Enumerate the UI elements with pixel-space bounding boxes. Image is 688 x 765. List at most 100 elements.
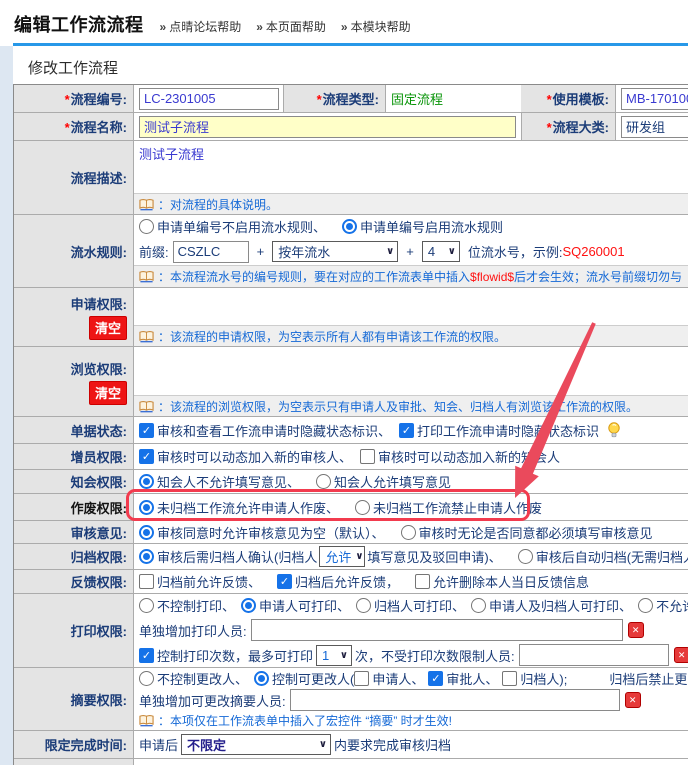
doc-status-content: 审核和查看工作流申请时隐藏状态标识、 打印工作流申请时隐藏状态标识 xyxy=(134,417,688,443)
archive-allow-select[interactable]: 允许∨ xyxy=(319,546,365,567)
print-uncontrolled-radio[interactable] xyxy=(139,598,154,613)
feedback-before-checkbox[interactable] xyxy=(139,574,154,589)
print-extra-input[interactable] xyxy=(251,619,623,641)
print-permission-content: 不控制打印、 申请人可打印、 归档人可打印、 申请人及归档人可打印、 不允许打印… xyxy=(134,594,688,667)
notify-no-comment-radio[interactable] xyxy=(139,474,154,489)
comment-required-radio[interactable] xyxy=(401,525,416,540)
print-times-select[interactable]: 1∨ xyxy=(316,645,352,666)
summary-extra-input[interactable] xyxy=(290,689,620,711)
void-allow-radio[interactable] xyxy=(139,500,154,515)
bulb-icon[interactable] xyxy=(607,422,621,438)
print-forbid-radio[interactable] xyxy=(638,598,653,613)
flow-number-input[interactable] xyxy=(139,88,279,110)
summary-uncontrolled-radio[interactable] xyxy=(139,671,154,686)
row-review-comment: 审核意见: 审核同意时允许审核意见为空（默认）、 审核时无论是否同意都必须填写审… xyxy=(14,521,688,544)
flow-name-input[interactable] xyxy=(139,116,516,138)
summary-uncontrolled-label: 不控制更改人、 xyxy=(157,669,248,688)
add-notify-checkbox[interactable] xyxy=(360,449,375,464)
archive-auto-label: 审核后自动归档(无需归档人确认) xyxy=(536,547,688,566)
add-reviewer-checkbox[interactable] xyxy=(139,449,154,464)
prefix-input[interactable] xyxy=(173,241,249,263)
summary-applicant-checkbox[interactable] xyxy=(354,671,369,686)
row-summary-permission: 摘要权限: 不控制更改人、 控制可更改人( 申请人、 审批人、 归档人); 归档… xyxy=(14,668,688,731)
breadcrumb-forum-help[interactable]: » 点晴论坛帮助 xyxy=(160,18,242,35)
archive-confirm-radio[interactable] xyxy=(139,549,154,564)
summary-controlled-radio[interactable] xyxy=(254,671,269,686)
hide-status-review-checkbox[interactable] xyxy=(139,423,154,438)
archive-confirm-label-post: 填写意见及驳回申请)、 xyxy=(367,547,501,566)
breadcrumb-module-help[interactable]: » 本模块帮助 xyxy=(341,18,411,35)
summary-applicant-label: 申请人、 xyxy=(372,669,424,688)
print-both-radio[interactable] xyxy=(471,598,486,613)
breadcrumb-sep-icon: » xyxy=(341,20,348,34)
print-exempt-input[interactable] xyxy=(519,644,669,666)
serial-enabled-radio[interactable] xyxy=(342,219,357,234)
print-applicant-radio[interactable] xyxy=(241,598,256,613)
add-reviewer-label: 审核时可以动态加入新的审核人、 xyxy=(157,447,352,466)
apply-permission-list[interactable] xyxy=(134,288,688,325)
section-title: 修改工作流程 xyxy=(28,57,118,78)
notify-permission-label: 知会权限: xyxy=(14,470,134,493)
delete-icon[interactable]: ✕ xyxy=(628,622,644,638)
clear-view-button[interactable]: 清空 xyxy=(89,381,127,405)
print-applicant-label: 申请人可打印、 xyxy=(259,596,350,615)
prefix-label: 前缀: xyxy=(139,242,169,261)
breadcrumb-page-help[interactable]: » 本页面帮助 xyxy=(256,18,326,35)
add-notify-label: 审核时可以动态加入新的知会人 xyxy=(378,447,560,466)
comment-optional-label: 审核同意时允许审核意见为空（默认）、 xyxy=(157,523,385,542)
chevron-down-icon: ∨ xyxy=(319,739,327,750)
feedback-delete-checkbox[interactable] xyxy=(415,574,430,589)
time-limit-label: 限定完成时间: xyxy=(14,731,134,758)
category-input[interactable] xyxy=(621,116,688,138)
clear-apply-button[interactable]: 清空 xyxy=(89,316,127,340)
serial-disabled-label: 申请单编号不启用流水规则、 xyxy=(157,217,326,236)
summary-permission-content: 不控制更改人、 控制可更改人( 申请人、 审批人、 归档人); 归档后禁止更改 … xyxy=(134,668,688,730)
comment-optional-radio[interactable] xyxy=(139,525,154,540)
delete-icon[interactable]: ✕ xyxy=(674,647,688,663)
serial-rule-config: 前缀: + 按年流水∨ + 4∨ 位流水号，示例: SQ260001 xyxy=(134,239,688,266)
description-textarea[interactable]: 测试子流程 xyxy=(134,141,688,193)
serial-example: SQ260001 xyxy=(562,244,624,259)
print-count-checkbox[interactable] xyxy=(139,648,154,663)
print-times-after-label: 次，不受打印次数限制人员: xyxy=(355,646,515,665)
print-archiver-radio[interactable] xyxy=(356,598,371,613)
period-select[interactable]: 按年流水∨ xyxy=(272,241,398,262)
void-forbid-label: 未归档工作流禁止申请人作废 xyxy=(373,498,542,517)
row-partial xyxy=(14,759,688,765)
feedback-after-label: 归档后允许反馈， xyxy=(295,572,399,591)
serial-disabled-radio[interactable] xyxy=(139,219,154,234)
archive-options: 审核后需归档人确认(归档人 允许∨ 填写意见及驳回申请)、 审核后自动归档(无需… xyxy=(134,544,688,569)
delete-icon[interactable]: ✕ xyxy=(625,692,641,708)
time-limit-pre-label: 申请后 xyxy=(139,735,178,754)
summary-approver-label: 审批人、 xyxy=(446,669,498,688)
summary-options: 不控制更改人、 控制可更改人( 申请人、 审批人、 归档人); 归档后禁止更改 xyxy=(134,668,688,689)
view-permission-content: ：该流程的浏览权限，为空表示只有申请人及审批、知会、归档人有浏览该工作流的权限。 xyxy=(134,347,688,416)
time-limit-select[interactable]: 不限定∨ xyxy=(181,734,331,755)
summary-controlled-label: 控制可更改人( xyxy=(272,669,354,688)
archive-permission-label: 归档权限: xyxy=(14,544,134,569)
flow-number-cell xyxy=(134,85,283,112)
notify-comment-radio[interactable] xyxy=(316,474,331,489)
hide-status-print-checkbox[interactable] xyxy=(399,423,414,438)
summary-archiver-checkbox[interactable] xyxy=(502,671,517,686)
view-permission-label: 浏览权限: 清空 xyxy=(14,347,134,416)
doc-status-options: 审核和查看工作流申请时隐藏状态标识、 打印工作流申请时隐藏状态标识 xyxy=(134,417,688,443)
void-forbid-radio[interactable] xyxy=(355,500,370,515)
digits-select[interactable]: 4∨ xyxy=(422,241,460,262)
page-title: 编辑工作流流程 xyxy=(14,11,144,37)
feedback-after-checkbox[interactable] xyxy=(277,574,292,589)
print-options: 不控制打印、 申请人可打印、 归档人可打印、 申请人及归档人可打印、 不允许打印 xyxy=(134,594,688,617)
print-forbid-label: 不允许打印 xyxy=(656,596,688,615)
view-permission-list[interactable] xyxy=(134,347,688,395)
feedback-options: 归档前允许反馈、 归档后允许反馈， 允许删除本人当日反馈信息 xyxy=(134,570,688,593)
chevron-down-icon: ∨ xyxy=(448,246,456,257)
digits-suffix-text: 位流水号，示例: xyxy=(468,242,563,261)
description-hint-text: ：对流程的具体说明。 xyxy=(158,196,278,213)
archive-auto-radio[interactable] xyxy=(518,549,533,564)
summary-approver-checkbox[interactable] xyxy=(428,671,443,686)
breadcrumb-sep-icon: » xyxy=(160,20,167,34)
breadcrumb-sep-icon: » xyxy=(256,20,263,34)
template-input[interactable] xyxy=(621,88,688,110)
serial-rule-options: 申请单编号不启用流水规则、 申请单编号启用流水规则 xyxy=(134,215,688,239)
print-extra-label: 单独增加打印人员: xyxy=(139,621,247,640)
